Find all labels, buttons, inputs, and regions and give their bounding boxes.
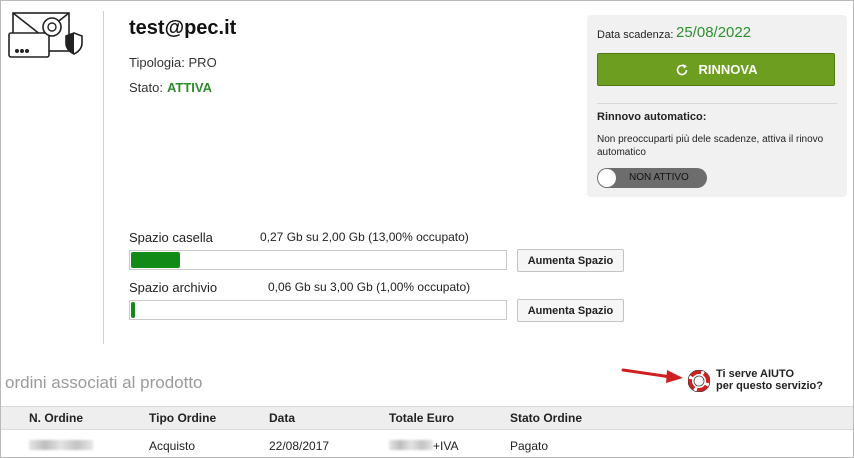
orders-table-header: N. Ordine Tipo Ordine Data Totale Euro S… bbox=[1, 406, 853, 430]
increase-mailbox-space-button[interactable]: Aumenta Spazio bbox=[517, 249, 624, 272]
mailbox-usage-bar bbox=[129, 250, 507, 270]
tipologia-value: PRO bbox=[188, 55, 217, 70]
stato-row: Stato: ATTIVA bbox=[129, 80, 212, 95]
column-order-type: Tipo Ordine bbox=[149, 411, 217, 425]
auto-renew-description: Non preoccuparti più dele scadenze, atti… bbox=[597, 134, 824, 158]
expiry-date: 25/08/2022 bbox=[676, 24, 752, 41]
help-line-2: per questo servizio? bbox=[716, 380, 823, 392]
expiry-label: Data scadenza: bbox=[597, 29, 674, 41]
tipologia-row: Tipologia: PRO bbox=[129, 55, 217, 70]
stato-value: ATTIVA bbox=[166, 80, 212, 95]
refresh-icon bbox=[676, 63, 687, 75]
column-order-status: Stato Ordine bbox=[510, 411, 583, 425]
pec-mail-envelope-icon bbox=[7, 5, 91, 63]
column-total: Totale Euro bbox=[389, 411, 455, 425]
tipologia-label: Tipologia: bbox=[129, 55, 185, 70]
help-line-1: Ti serve AIUTO bbox=[716, 368, 795, 380]
renew-button[interactable]: RINNOVA bbox=[597, 53, 835, 86]
mailbox-space-label: Spazio casella bbox=[129, 230, 213, 245]
column-date: Data bbox=[269, 411, 296, 425]
order-status-cell: Pagato bbox=[510, 439, 549, 453]
panel-divider bbox=[597, 103, 837, 104]
lifebuoy-icon[interactable] bbox=[688, 370, 710, 392]
mailbox-space-info: 0,27 Gb su 2,00 Gb (13,00% occupato) bbox=[260, 230, 469, 244]
redacted-order-number bbox=[29, 440, 93, 450]
pec-product-panel: test@pec.it Tipologia: PRO Stato: ATTIVA … bbox=[0, 0, 854, 458]
order-date-cell: 22/08/2017 bbox=[269, 439, 330, 453]
order-type-cell: Acquisto bbox=[149, 439, 196, 453]
archive-space-label: Spazio archivio bbox=[129, 280, 218, 295]
redacted-order-total bbox=[389, 440, 433, 450]
orders-section-title: ordini associati al prodotto bbox=[5, 373, 203, 392]
help-link[interactable]: Ti serve AIUTO per questo servizio? bbox=[716, 368, 823, 392]
archive-usage-bar bbox=[129, 300, 507, 320]
auto-renew-toggle[interactable]: NON ATTIVO bbox=[597, 168, 707, 188]
renewal-panel: Data scadenza: 25/08/2022 RINNOVA Rinnov… bbox=[587, 15, 847, 197]
archive-usage-fill bbox=[131, 302, 135, 318]
red-arrow-icon bbox=[621, 368, 683, 383]
mailbox-usage-fill bbox=[131, 252, 180, 268]
increase-archive-space-button[interactable]: Aumenta Spazio bbox=[517, 299, 624, 322]
toggle-knob bbox=[598, 169, 616, 187]
column-order-number: N. Ordine bbox=[29, 411, 84, 425]
renew-button-label: RINNOVA bbox=[698, 62, 758, 77]
vertical-divider bbox=[103, 11, 104, 344]
toggle-label: NON ATTIVO bbox=[629, 172, 689, 183]
pec-email-address: test@pec.it bbox=[129, 17, 237, 39]
order-total-suffix: +IVA bbox=[433, 439, 459, 453]
auto-renew-title: Rinnovo automatico: bbox=[597, 111, 707, 123]
archive-space-info: 0,06 Gb su 3,00 Gb (1,00% occupato) bbox=[268, 280, 471, 294]
stato-label: Stato: bbox=[129, 80, 163, 95]
